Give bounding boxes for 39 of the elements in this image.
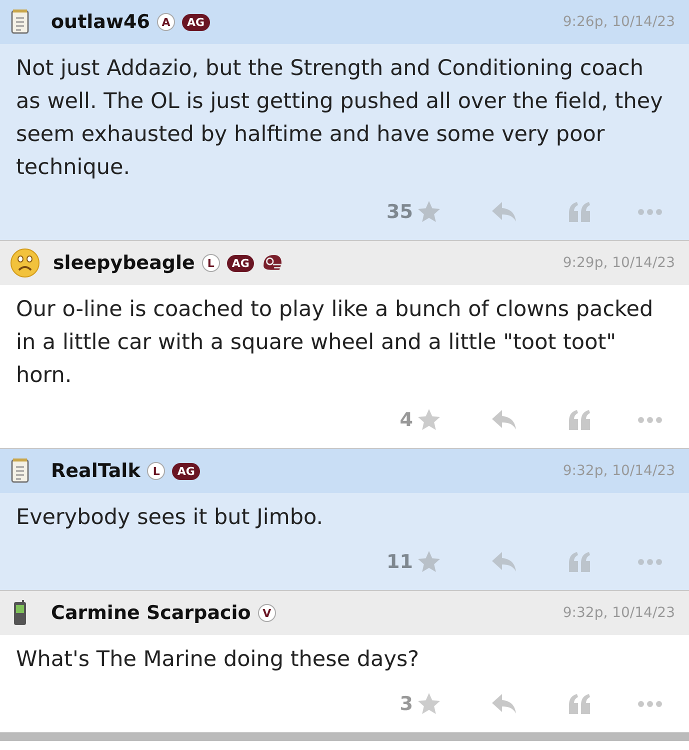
- username[interactable]: sleepybeagle: [53, 252, 195, 274]
- quote-icon[interactable]: [567, 201, 593, 223]
- post-text: Everybody sees it but Jimbo.: [15, 504, 324, 532]
- timestamp: 9:32p, 10/14/23: [562, 463, 675, 479]
- post-text: Our o-line is coached to play like a bunch of clowns packed in a little car with a square wheel and a little "toot toot" horn.: [15, 296, 654, 390]
- timestamp: 9:32p, 10/14/23: [562, 605, 675, 621]
- username[interactable]: outlaw46: [51, 11, 150, 33]
- more-icon[interactable]: [637, 416, 663, 424]
- timestamp: 9:29p, 10/14/23: [562, 255, 675, 271]
- rank-badge: V: [258, 604, 276, 622]
- rank-badge: A: [157, 13, 175, 31]
- helmet-icon: [261, 254, 284, 272]
- frowning-face-icon: [10, 248, 40, 278]
- more-icon[interactable]: [637, 208, 663, 216]
- username[interactable]: Carmine Scarpacio: [51, 602, 251, 624]
- reply-icon[interactable]: [491, 551, 517, 573]
- star-icon: [417, 550, 441, 574]
- tag-badge: AG: [182, 14, 210, 30]
- username[interactable]: RealTalk: [51, 460, 140, 482]
- reply-icon[interactable]: [491, 409, 517, 431]
- post-text: What's The Marine doing these days?: [15, 646, 420, 674]
- reply-icon[interactable]: [491, 201, 517, 223]
- quote-icon[interactable]: [567, 409, 593, 431]
- tag-badge: AG: [172, 462, 200, 480]
- star-icon: [417, 200, 441, 224]
- more-icon[interactable]: [637, 558, 663, 566]
- post-text: Not just Addazio, but the Strength and Conditioning coach as well. The OL is just getting pushed all over the field, they seem exhausted by halftime and have some very poor technique.: [15, 55, 664, 182]
- tag-badge: AG: [226, 254, 254, 272]
- more-icon[interactable]: [637, 700, 663, 708]
- notepad-icon: [10, 9, 30, 35]
- timestamp: 9:26p, 10/14/23: [562, 14, 675, 30]
- star-icon: [417, 408, 441, 432]
- quote-icon[interactable]: [567, 551, 593, 573]
- quote-icon[interactable]: [567, 693, 593, 715]
- reply-icon[interactable]: [491, 693, 517, 715]
- star-icon: [417, 692, 441, 716]
- rank-badge: L: [147, 462, 166, 480]
- notepad-icon: [10, 458, 30, 484]
- rank-badge: L: [202, 254, 220, 272]
